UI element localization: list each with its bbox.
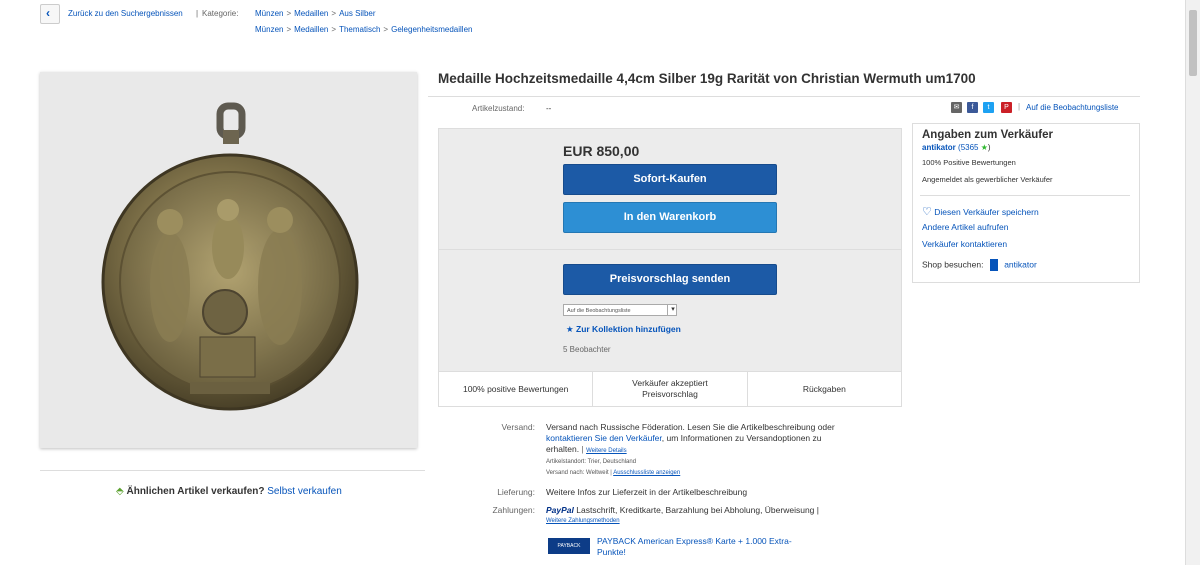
back-button[interactable]: ‹: [40, 4, 60, 24]
payment-label: Zahlungen:: [492, 505, 535, 515]
scrollbar[interactable]: [1185, 0, 1200, 565]
more-details-link[interactable]: Weitere Details: [586, 448, 627, 454]
sell-yourself-link[interactable]: Selbst verkaufen: [267, 486, 342, 497]
score-close: ): [987, 143, 991, 152]
payback-offer[interactable]: PAYBACK American Express® Karte + 1.000 …: [597, 536, 792, 558]
condition-value: --: [546, 104, 552, 113]
divider: [40, 470, 425, 471]
location-label: Artikelstandort:: [546, 459, 587, 465]
breadcrumb-link[interactable]: Gelegenheitsmedaillen: [391, 25, 472, 34]
feature-positive-ratings: 100% positive Bewertungen: [439, 372, 594, 406]
breadcrumb-link[interactable]: Aus Silber: [339, 9, 375, 18]
save-seller-row[interactable]: ♡ Diesen Verkäufer speichern: [922, 205, 1039, 218]
star-icon: ★: [980, 143, 988, 152]
scrollbar-thumb[interactable]: [1189, 10, 1197, 76]
shipping-label: Versand:: [501, 422, 535, 432]
payback-text-2[interactable]: Punkte!: [597, 547, 792, 558]
medal-image: [101, 102, 359, 411]
payment-methods-row: PayPal Lastschrift, Kreditkarte, Barzahl…: [546, 505, 819, 516]
ships-to-value: Weltweit: [586, 470, 609, 476]
payment-methods: Lastschrift, Kreditkarte, Barzahlung bei…: [576, 505, 819, 515]
chevron-left-icon: ‹: [46, 6, 50, 20]
twitter-icon[interactable]: t: [983, 102, 994, 113]
buy-now-button[interactable]: Sofort-Kaufen: [563, 164, 777, 195]
contact-seller-link[interactable]: Verkäufer kontaktieren: [922, 239, 1007, 249]
sell-similar-question: Ähnlichen Artikel verkaufen?: [126, 486, 265, 497]
category-label: Kategorie:: [202, 9, 239, 18]
seller-commercial-status: Angemeldet als gewerblicher Verkäufer: [922, 175, 1053, 184]
watchers-count: 5 Beobachter: [563, 345, 611, 354]
contact-seller-inline-link[interactable]: kontaktieren Sie den Verkäufer: [546, 433, 662, 443]
divider: [428, 96, 1140, 97]
seller-positive-rating: 100% Positive Bewertungen: [922, 158, 1016, 167]
shop-name-link[interactable]: antikator: [1004, 259, 1037, 269]
condition-label: Artikelzustand:: [472, 104, 525, 113]
shipping-info: Versand nach Russische Föderation. Lesen…: [546, 422, 891, 479]
back-to-results-link[interactable]: Zurück zu den Suchergebnissen: [68, 9, 183, 18]
add-to-collection-link[interactable]: Zur Kollektion hinzufügen: [576, 324, 681, 334]
other-items-link[interactable]: Andere Artikel aufrufen: [922, 222, 1008, 232]
separator: |: [610, 470, 612, 476]
paypal-logo: PayPal: [546, 505, 574, 515]
heart-icon: ♡: [922, 206, 932, 218]
price: EUR 850,00: [563, 143, 640, 159]
breadcrumb-link[interactable]: Medaillen: [294, 25, 328, 34]
breadcrumb-link[interactable]: Münzen: [255, 9, 283, 18]
facebook-icon[interactable]: f: [967, 102, 978, 113]
ships-to-label: Versand nach:: [546, 470, 585, 476]
more-payment-methods-link[interactable]: Weitere Zahlungsmethoden: [546, 518, 620, 524]
watchlist-select[interactable]: Auf die Beobachtungsliste: [563, 304, 677, 316]
sell-similar-row: ⬘ Ähnlichen Artikel verkaufen? Selbst ve…: [116, 486, 342, 497]
star-icon: ★: [566, 324, 574, 334]
make-offer-button[interactable]: Preisvorschlag senden: [563, 264, 777, 295]
save-seller-link[interactable]: Diesen Verkäufer speichern: [934, 207, 1038, 217]
shipping-line-1: Versand nach Russische Föderation. Lesen…: [546, 422, 835, 432]
divider: [439, 249, 901, 250]
add-to-cart-button[interactable]: In den Warenkorb: [563, 202, 777, 233]
product-image[interactable]: [40, 72, 417, 448]
breadcrumb-link[interactable]: Thematisch: [339, 25, 380, 34]
breadcrumb-row-2: Münzen > Medaillen > Thematisch > Gelegenheits…: [255, 25, 473, 34]
delivery-value: Weitere Infos zur Lieferzeit in der Arti…: [546, 487, 748, 497]
payback-text[interactable]: PAYBACK American Express® Karte + 1.000 …: [597, 536, 792, 547]
seller-name-link[interactable]: antikator: [922, 143, 956, 152]
visit-shop-row: Shop besuchen: antikator: [922, 259, 1037, 271]
listing-title: Medaille Hochzeitsmedaille 4,4cm Silber …: [438, 71, 976, 86]
separator: |: [581, 444, 584, 454]
breadcrumb-link[interactable]: Medaillen: [294, 9, 328, 18]
location-value: Trier, Deutschland: [587, 459, 637, 465]
pinterest-icon[interactable]: P: [1001, 102, 1012, 113]
seller-score-link[interactable]: (5365: [958, 143, 978, 152]
shipping-line-2: , um Informationen zu Versandoptionen zu: [661, 433, 822, 443]
feature-returns: Rückgaben: [802, 383, 846, 394]
exclusions-link[interactable]: Ausschlussliste anzeigen: [613, 470, 680, 476]
seller-heading: Angaben zum Verkäufer: [922, 129, 1054, 141]
divider: [920, 195, 1130, 196]
breadcrumb-row-1: Münzen > Medaillen > Aus Silber: [255, 9, 376, 18]
tag-icon: ⬘: [116, 486, 124, 497]
feature-bar: 100% positive Bewertungen Verkäufer akze…: [438, 371, 902, 407]
shipping-line-3: erhalten.: [546, 444, 580, 454]
add-collection-row[interactable]: ★ Zur Kollektion hinzufügen: [566, 324, 681, 335]
mail-icon[interactable]: ✉: [951, 102, 962, 113]
seller-name-row: antikator (5365 ★): [922, 143, 991, 152]
store-icon: [989, 259, 998, 271]
delivery-label: Lieferung:: [497, 487, 535, 497]
shop-label: Shop besuchen:: [922, 259, 984, 270]
breadcrumb-link[interactable]: Münzen: [255, 25, 283, 34]
add-to-watchlist-link[interactable]: Auf die Beobachtungsliste: [1026, 103, 1119, 112]
breadcrumb-separator: |: [196, 9, 199, 18]
feature-accepts-offers: Verkäufer akzeptiert Preisvorschlag: [593, 372, 748, 406]
separator: |: [1018, 102, 1021, 111]
payback-logo: PAYBACK: [548, 538, 590, 554]
chevron-down-icon[interactable]: ▾: [667, 305, 678, 315]
